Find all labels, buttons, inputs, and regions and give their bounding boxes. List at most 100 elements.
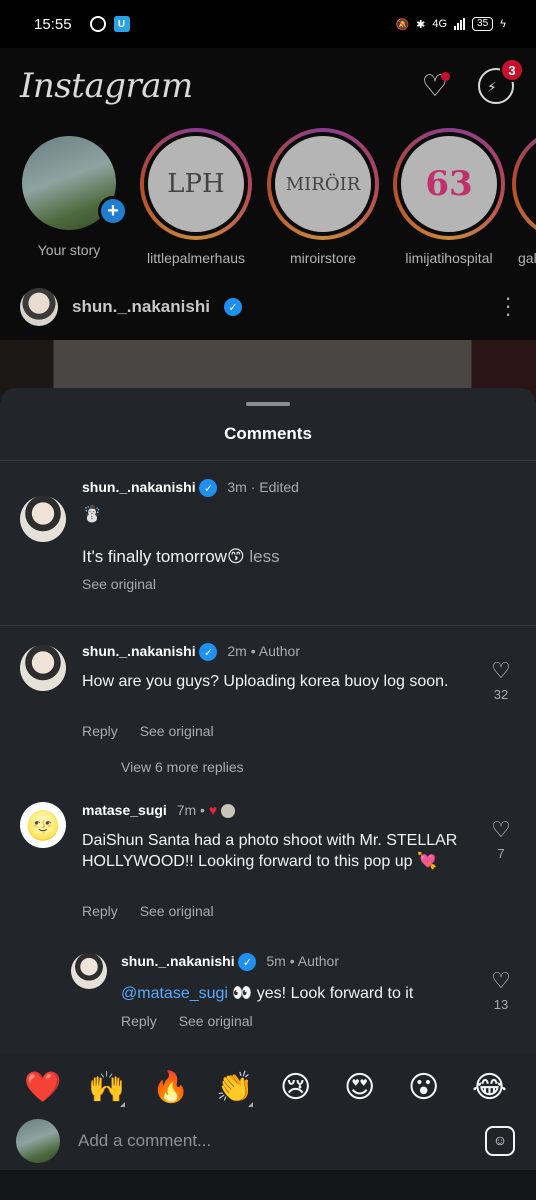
emoji-heart-button[interactable]: ❤️: [24, 1070, 88, 1105]
author-liked-heart-icon: ♥: [208, 802, 218, 818]
like-count: 32: [493, 687, 509, 702]
commenter-avatar-moon-icon[interactable]: 🌝: [20, 802, 66, 848]
story-name: littlepalmerhaus: [146, 250, 246, 266]
commenter-username[interactable]: matase_sugi: [82, 802, 167, 818]
notification-dot: [441, 72, 450, 81]
sticker-icon[interactable]: ☺: [485, 1126, 515, 1156]
comment-meta: 7m •: [176, 802, 205, 818]
comment-like-button[interactable]: ♡ 32: [486, 659, 516, 703]
heart-outline-icon[interactable]: ♡: [486, 818, 516, 842]
caption-text: It's finally tomorrow😙: [82, 547, 245, 566]
story-logo: 63: [401, 136, 497, 232]
sheet-drag-handle[interactable]: [246, 402, 290, 406]
view-more-replies-link[interactable]: View 6 more replies: [121, 759, 244, 775]
system-nav-bar: [0, 1170, 536, 1200]
story-name: limijatihospital: [405, 250, 493, 266]
see-original-link[interactable]: See original: [179, 1013, 253, 1029]
story-name: Your story: [37, 242, 101, 258]
messenger-icon[interactable]: ⚡ 3: [478, 58, 524, 104]
bluetooth-icon: ✱: [416, 18, 426, 31]
reply-button[interactable]: Reply: [121, 1013, 157, 1029]
battery-icon: 35: [472, 17, 494, 31]
post-options-icon[interactable]: · · ·: [500, 287, 516, 325]
emoji-glyph: 👏: [216, 1070, 254, 1104]
messages-badge: 3: [500, 58, 524, 82]
post-author-username[interactable]: shun._.nakanishi: [72, 297, 210, 317]
comment-text: DaiShun Santa had a photo shoot with Mr.…: [82, 832, 458, 870]
add-story-plus-icon[interactable]: +: [98, 196, 128, 226]
current-user-avatar: [16, 1119, 60, 1163]
commenter-avatar[interactable]: [20, 496, 66, 542]
heart-outline-icon[interactable]: ♡: [486, 969, 516, 993]
see-original-link[interactable]: See original: [82, 576, 156, 592]
instagram-logo: Instagram: [20, 66, 193, 106]
status-time: 15:55: [34, 15, 72, 33]
reply-button[interactable]: Reply: [82, 723, 118, 739]
less-link[interactable]: less: [249, 547, 279, 566]
skin-tone-indicator-icon: [120, 1101, 125, 1107]
comment-like-button[interactable]: ♡ 7: [486, 818, 516, 862]
story-name: miroirstore: [289, 250, 357, 266]
emoji-raised-hands-button[interactable]: 🙌: [88, 1070, 152, 1107]
commenter-username[interactable]: shun._.nakanishi: [121, 953, 235, 969]
comment-like-button[interactable]: ♡ 13: [486, 969, 516, 1013]
story-partial[interactable]: gal: [512, 128, 536, 266]
story-littlepalmerhaus[interactable]: LPH littlepalmerhaus: [137, 128, 255, 266]
story-logo: MIRÖIR: [275, 136, 371, 232]
feed-background: Instagram ♡ ⚡ 3 + Your story LPH littlep…: [0, 48, 536, 400]
like-count: 13: [493, 997, 509, 1012]
comment-text: How are you guys? Uploading korea buoy l…: [82, 673, 449, 690]
commenter-username[interactable]: shun._.nakanishi: [82, 643, 196, 659]
caption-emoji-line: ☃️: [82, 506, 102, 523]
emoji-surprised-button[interactable]: 😮: [408, 1070, 472, 1105]
comment-input-bar: Add a comment... ☺: [0, 1119, 536, 1170]
emoji-fire-button[interactable]: 🔥: [152, 1070, 216, 1105]
mute-icon: 🔕: [395, 18, 410, 31]
skin-tone-indicator-icon: [248, 1101, 253, 1107]
app-notification-icon: U: [113, 16, 130, 32]
story-your-story[interactable]: + Your story: [10, 128, 128, 258]
post-header[interactable]: shun._.nakanishi ✓: [20, 288, 242, 326]
commenter-avatar[interactable]: [71, 953, 107, 989]
stories-tray: + Your story LPH littlepalmerhaus MIRÖIR…: [0, 128, 536, 268]
verified-badge-icon: ✓: [199, 643, 218, 662]
emoji-crying-button[interactable]: 😢: [280, 1070, 344, 1105]
commenter-avatar[interactable]: [20, 645, 66, 691]
messenger-bolt-icon: ⚡: [487, 79, 497, 95]
verified-badge-icon: ✓: [238, 953, 257, 972]
caption-divider: [0, 625, 536, 626]
charging-icon: ϟ: [500, 18, 506, 30]
emoji-heart-eyes-button[interactable]: 😍: [344, 1070, 408, 1105]
story-name: gal: [518, 250, 536, 266]
comment-input[interactable]: Add a comment...: [78, 1131, 211, 1151]
see-original-link[interactable]: See original: [140, 903, 214, 919]
comment-meta: 5m • Author: [266, 953, 339, 969]
emoji-reaction-bar: ❤️ 🙌 🔥 👏 😢 😍 😮 😂: [0, 1055, 536, 1119]
comment-meta: 2m • Author: [227, 643, 300, 659]
whatsapp-icon: [89, 16, 106, 32]
story-miroirstore[interactable]: MIRÖIR miroirstore: [264, 128, 382, 266]
status-bar: 15:55 U 🔕 ✱ 4G 35 ϟ: [0, 0, 536, 48]
notifications-heart-icon[interactable]: ♡: [418, 70, 452, 104]
network-label: 4G: [432, 18, 448, 30]
mention-link[interactable]: @matase_sugi: [121, 985, 228, 1002]
commenter-username[interactable]: shun._.nakanishi: [82, 479, 196, 495]
verified-badge-icon: ✓: [199, 479, 218, 498]
reply-button[interactable]: Reply: [82, 903, 118, 919]
emoji-laughing-button[interactable]: 😂: [472, 1070, 536, 1105]
emoji-clap-button[interactable]: 👏: [216, 1070, 280, 1107]
comment-text: 👀 yes! Look forward to it: [227, 985, 414, 1002]
like-count: 7: [497, 846, 505, 861]
signal-icon: [454, 18, 466, 30]
post-author-avatar[interactable]: [20, 288, 58, 326]
see-original-link[interactable]: See original: [140, 723, 214, 739]
sheet-title: Comments: [224, 424, 312, 443]
comment-meta: 3m · Edited: [227, 479, 299, 495]
author-liked-avatar: [221, 804, 236, 819]
title-divider: [0, 460, 536, 461]
story-logo: LPH: [148, 136, 244, 232]
story-limijatihospital[interactable]: 63 limijatihospital: [390, 128, 508, 266]
heart-outline-icon[interactable]: ♡: [486, 659, 516, 683]
verified-badge-icon: ✓: [223, 298, 242, 316]
emoji-glyph: 🙌: [88, 1070, 126, 1104]
